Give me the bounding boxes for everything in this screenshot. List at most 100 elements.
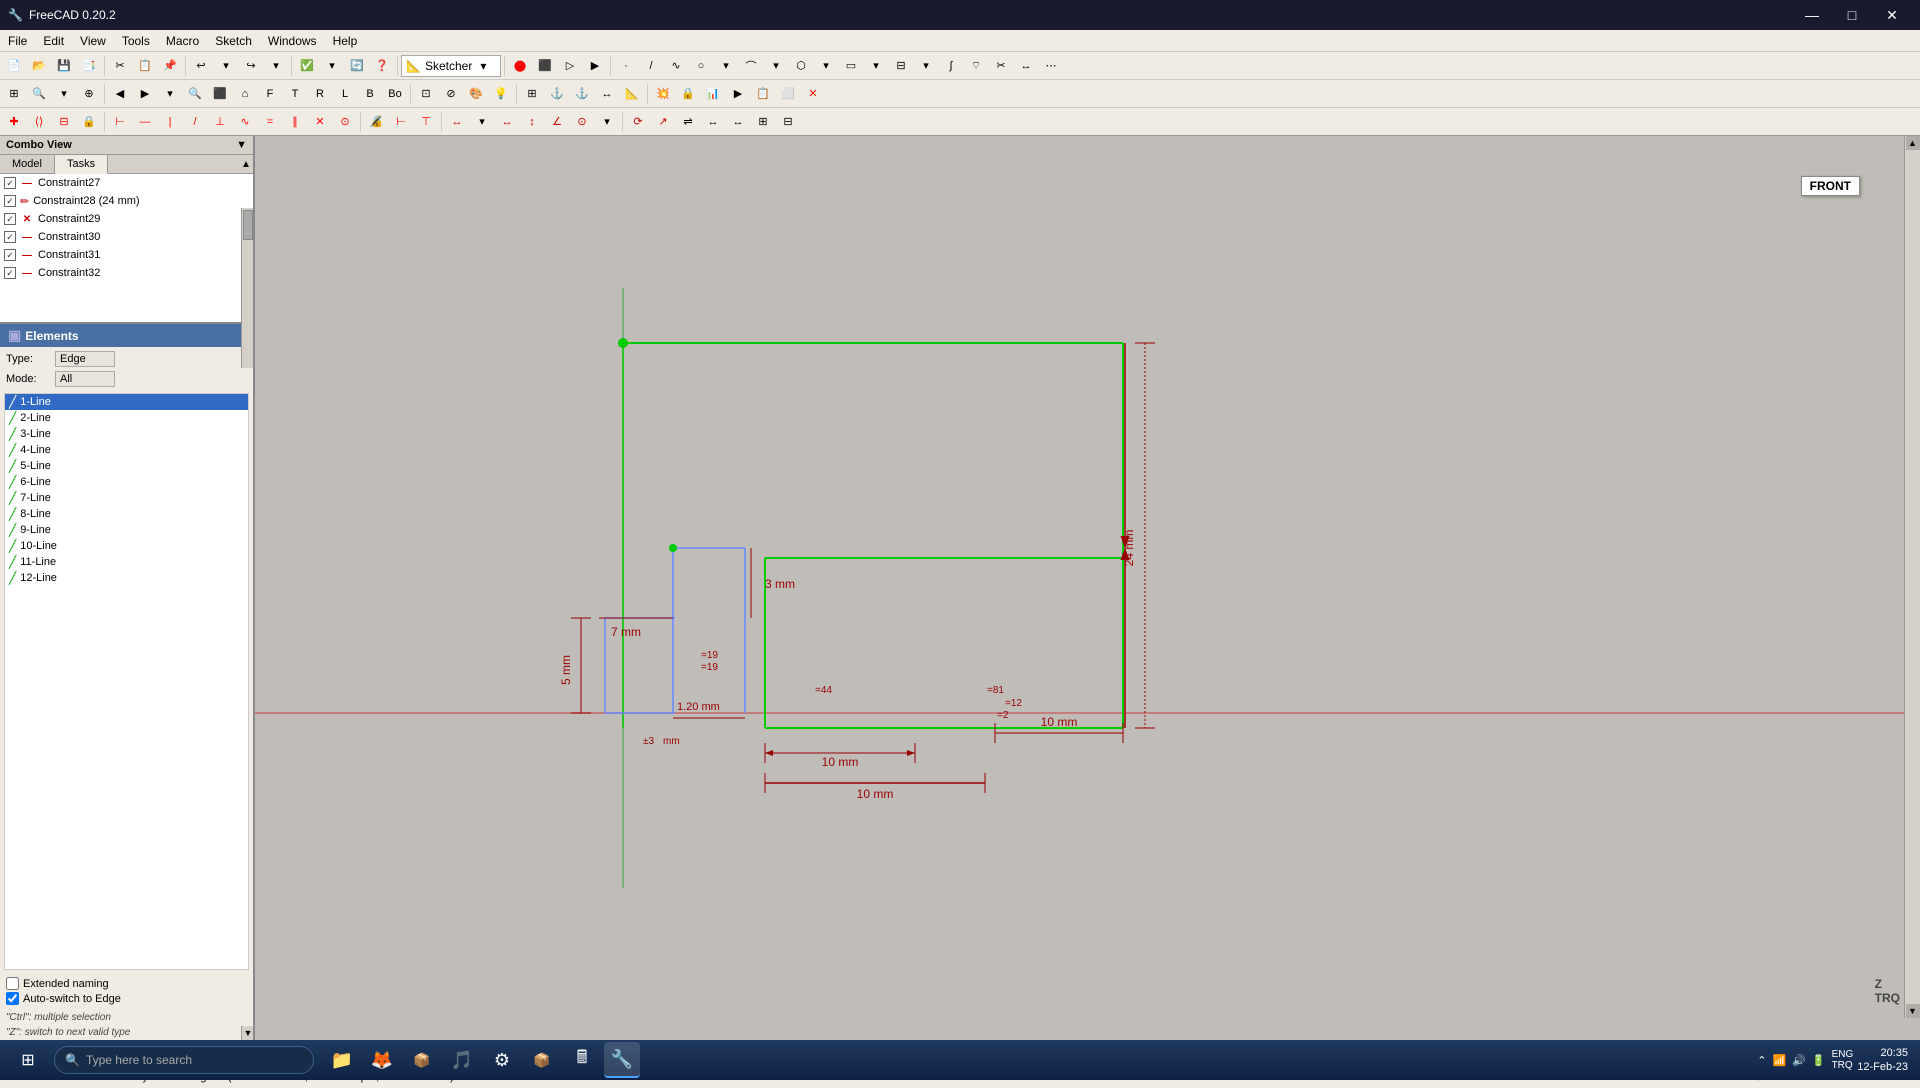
element-item-6[interactable]: ╱ 6-Line [5,474,248,490]
redo-dropdown[interactable]: ▾ [264,54,288,78]
c-array2-btn[interactable]: ⊟ [776,110,800,134]
sidebar-scrollbar[interactable] [241,208,253,368]
slot-btn[interactable]: ⊟ [889,54,913,78]
poly-dropdown[interactable]: ▾ [814,54,838,78]
fillet-btn[interactable]: ⌔ [964,54,988,78]
menu-sketch[interactable]: Sketch [207,32,260,50]
tray-chevron[interactable]: ⌃ [1757,1054,1766,1067]
param-btn[interactable]: 📊 [701,82,725,106]
element-item-11[interactable]: ╱ 11-Line [5,554,248,570]
viewport[interactable]: 24 mm 10 mm 10 mm 10 mm 5 mm 3 mm [255,136,1920,1040]
tray-time[interactable]: 20:35 12-Feb-23 [1857,1046,1908,1075]
mirror-btn[interactable]: ⬜ [776,82,800,106]
save-button[interactable]: 💾 [52,54,76,78]
c-vdim-btn[interactable]: ↕ [520,110,544,134]
c-fix-btn[interactable]: ✚ [2,110,26,134]
attach-btn[interactable]: ⚓ [545,82,569,106]
view-zoom-btn[interactable]: 🔍 [27,82,51,106]
c-copy-btn[interactable]: ↔ [701,110,725,134]
grid-btn[interactable]: ⊞ [520,82,544,106]
taskbar-app-6[interactable]: 📦 [524,1042,560,1078]
constraint-item[interactable]: ✏ Constraint28 (24 mm) [0,192,253,210]
workbench-dropdown[interactable]: 📐 Sketcher ▾ [401,55,501,77]
c-hv-btn[interactable]: ⊢ [108,110,132,134]
save-as-button[interactable]: 📑 [77,54,101,78]
c-move-btn[interactable]: ↔ [726,110,750,134]
c-parallel-btn[interactable]: ∥ [283,110,307,134]
vscroll-down-arrow[interactable]: ▼ [1906,1004,1920,1018]
mode-select[interactable]: All [55,371,115,387]
tab-model[interactable]: Model [0,155,55,173]
animate-btn[interactable]: ▶ [726,82,750,106]
scrollbar-thumb[interactable] [243,210,253,240]
arc-dropdown[interactable]: ▾ [764,54,788,78]
tab-tasks[interactable]: Tasks [55,155,108,174]
c-lock-btn[interactable]: 🔒 [77,110,101,134]
c-h-btn[interactable]: — [133,110,157,134]
menu-view[interactable]: View [72,32,114,50]
check-dropdown[interactable]: ▾ [320,54,344,78]
view-3d-dropdown[interactable]: ▾ [158,82,182,106]
paste-button[interactable]: 📌 [158,54,182,78]
c-angdim-btn[interactable]: ∠ [545,110,569,134]
red-circle-button[interactable]: ⬤ [508,54,532,78]
right-btn[interactable]: R [308,82,332,106]
point-btn[interactable]: · [614,54,638,78]
menu-tools[interactable]: Tools [114,32,158,50]
section-btn[interactable]: ⊘ [439,82,463,106]
tray-network[interactable]: 📶 [1772,1054,1786,1067]
undo-button[interactable]: ↩ [189,54,213,78]
c-array-btn[interactable]: ⊞ [751,110,775,134]
element-item-3[interactable]: ╱ 3-Line [5,426,248,442]
constraint-item[interactable]: — Constraint27 [0,174,253,192]
menu-windows[interactable]: Windows [260,32,325,50]
viewport-vscrollbar[interactable]: ▲ ▼ [1904,136,1920,1018]
minimize-button[interactable]: — [1792,0,1832,30]
line-btn[interactable]: / [639,54,663,78]
c-v-btn[interactable]: | [158,110,182,134]
constraint-item[interactable]: — Constraint31 [0,246,253,264]
taskbar-app-spotify[interactable]: 🎵 [444,1042,480,1078]
nav-back-btn[interactable]: ◀ [108,82,132,106]
tray-volume[interactable]: 🔊 [1792,1054,1806,1067]
sidebar-scroll-up[interactable]: ▲ [239,157,253,171]
check-button[interactable]: ✅ [295,54,319,78]
top-btn[interactable]: T [283,82,307,106]
constraint-item[interactable]: — Constraint30 [0,228,253,246]
ortho-btn[interactable]: ⊡ [414,82,438,106]
rect-dropdown[interactable]: ▾ [864,54,888,78]
nav-cube-btn[interactable]: ⬛ [208,82,232,106]
render-btn[interactable]: 💡 [489,82,513,106]
trim-btn[interactable]: ✂ [989,54,1013,78]
constraint-view-btn[interactable]: 🔒 [676,82,700,106]
taskbar-app-calc[interactable]: 🖩 [564,1042,600,1078]
left-btn[interactable]: L [333,82,357,106]
bottom-btn[interactable]: Bo [383,82,407,106]
circle-btn[interactable]: ○ [689,54,713,78]
view-fit-btn[interactable]: ⊞ [2,82,26,106]
help-button[interactable]: ❓ [370,54,394,78]
vscroll-up-arrow[interactable]: ▲ [1906,136,1920,150]
cb-30[interactable] [4,231,16,243]
maximize-button[interactable]: □ [1832,0,1872,30]
c-equal-btn[interactable]: = [258,110,282,134]
menu-edit[interactable]: Edit [35,32,72,50]
c-dropdown2[interactable]: ▾ [595,110,619,134]
copy-button[interactable]: 📋 [133,54,157,78]
cb-27[interactable] [4,177,16,189]
play-button[interactable]: ▶ [583,54,607,78]
undo-dropdown[interactable]: ▾ [214,54,238,78]
close-sketch-btn[interactable]: 📐 [620,82,644,106]
taskbar-app-firefox[interactable]: 🦊 [364,1042,400,1078]
taskbar-app-3[interactable]: 📦 [404,1042,440,1078]
curve-btn[interactable]: ∿ [664,54,688,78]
element-item-7[interactable]: ╱ 7-Line [5,490,248,506]
nav-fwd-btn[interactable]: ▶ [133,82,157,106]
menu-file[interactable]: File [0,32,35,50]
element-item-2[interactable]: ╱ 2-Line [5,410,248,426]
taskbar-app-explorer[interactable]: 📁 [324,1042,360,1078]
element-item-4[interactable]: ╱ 4-Line [5,442,248,458]
c-hdim-btn[interactable]: ↔ [495,110,519,134]
c-sym-btn[interactable]: ⟨⟩ [27,110,51,134]
c-convert-btn[interactable]: ⟳ [626,110,650,134]
